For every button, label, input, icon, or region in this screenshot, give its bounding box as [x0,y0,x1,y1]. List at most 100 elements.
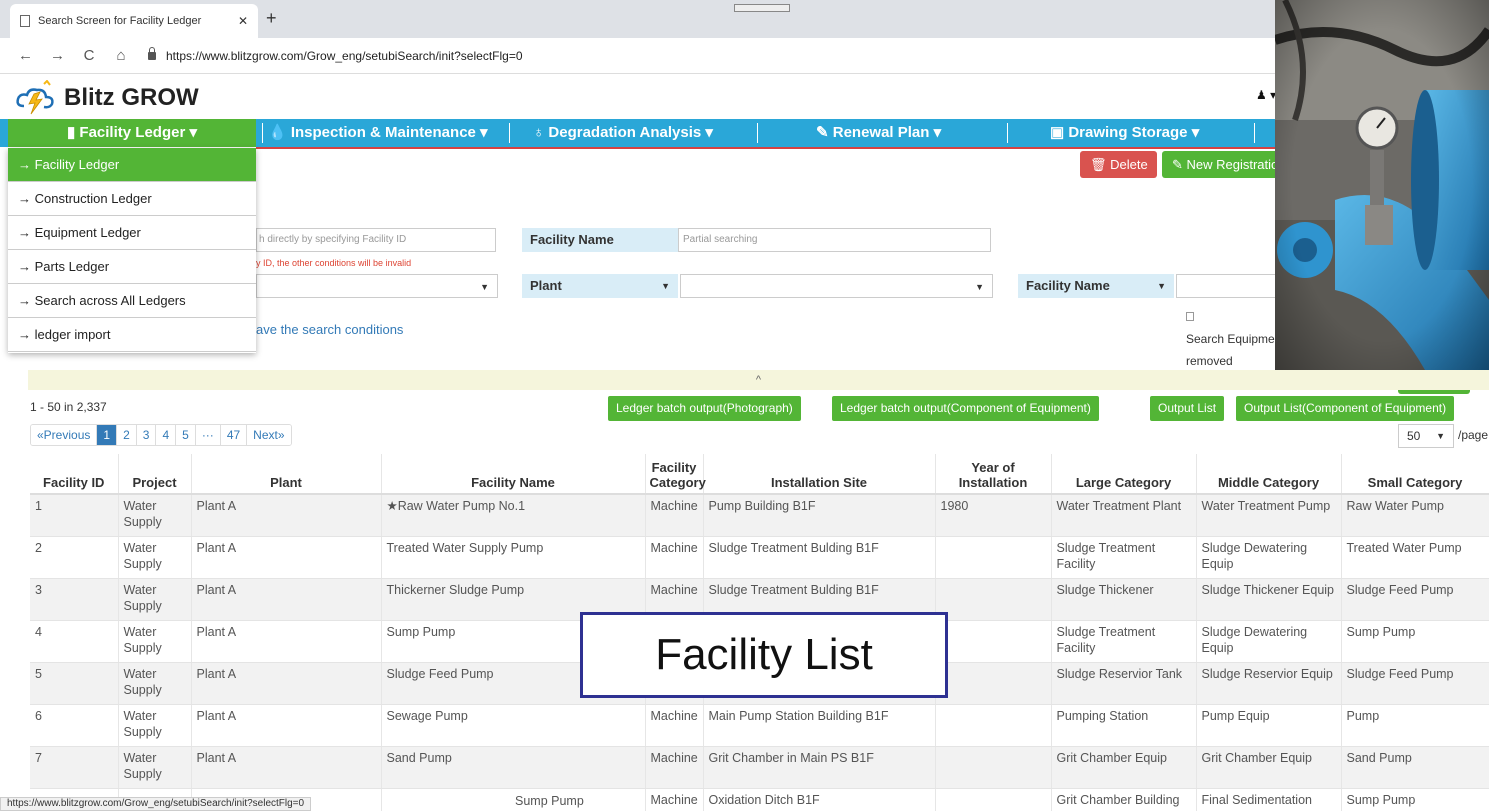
cell-installation-site: Main Pump Station Building B1F [703,704,936,747]
page-5[interactable]: 5 [176,425,196,445]
cell-middle-category: Sludge Reservior Equip [1196,662,1342,705]
tab-close-icon[interactable]: ✕ [238,14,248,28]
ledger-output-photo-button[interactable]: Ledger batch output(Photograph) [608,396,801,421]
project-select[interactable]: ▼ [256,274,498,298]
table-row[interactable]: 6 Water Supply Plant A Sewage Pump Machine Ma… [30,704,1489,747]
nav-drawing-storage[interactable]: ▣ Drawing Storage ▾ [1050,119,1199,147]
dropdown-item-ledger-import[interactable]: → ledger import [8,318,256,352]
cell-project: Water Supply [118,620,192,663]
delete-button[interactable]: 🗑 Delete [1080,151,1157,178]
url-field[interactable]: https://www.blitzgrow.com/Grow_eng/setub… [148,46,523,63]
page-2[interactable]: 2 [117,425,137,445]
dropdown-item-construction-ledger[interactable]: → Construction Ledger [8,182,256,216]
dropdown-item-parts-ledger[interactable]: → Parts Ledger [8,250,256,284]
search-removed-checkbox[interactable]: Search Equipme removed [1186,306,1275,372]
page-1[interactable]: 1 [97,425,118,445]
cell-large-category: Grit Chamber Equip [1051,746,1197,789]
facility-id-input[interactable]: h directly by specifying Facility ID [256,228,496,252]
dropdown-item-facility-ledger[interactable]: → Facility Ledger [8,148,256,182]
checkbox-icon[interactable] [1186,312,1194,321]
facility-name-select[interactable] [1176,274,1276,298]
cell-facility-id: 3 [30,578,119,621]
cell-year-of-installation [935,578,1052,621]
browser-tab[interactable]: Search Screen for Facility Ledger ✕ [10,4,258,38]
cell-facility-name [381,788,646,811]
cell-large-category: Sludge Treatment Facility [1051,620,1197,663]
cell-middle-category: Pump Equip [1196,704,1342,747]
cell-year-of-installation [935,746,1052,789]
cell-small-category: Sludge Feed Pump [1341,662,1489,705]
cell-large-category: Water Treatment Plant [1051,494,1197,537]
table-row[interactable]: 1 Water Supply Plant A ★Raw Water Pump No.1… [30,494,1489,537]
chevron-down-icon: ▼ [1157,281,1166,291]
header-year-of-installation[interactable]: Year of Installation [935,454,1052,495]
nav-inspection-maintenance[interactable]: 💧 Inspection & Maintenance ▾ [268,119,488,147]
header-facility-category[interactable]: Facility Category [645,454,706,495]
plant-select[interactable]: ▼ [680,274,993,298]
cell-facility-id: 1 [30,494,119,537]
header-project[interactable]: Project [118,454,192,495]
page-47[interactable]: 47 [220,425,248,445]
header-large-category[interactable]: Large Category [1051,454,1197,495]
user-menu-icon[interactable]: ♟ ▾ [1256,88,1276,102]
nav-separator [509,123,510,143]
table-row[interactable]: 7 Water Supply Plant A Sand Pump Machine Grit… [30,746,1489,789]
home-button[interactable]: ⌂ [114,47,128,64]
cell-project: Water Supply [118,704,192,747]
new-tab-button[interactable]: + [266,8,277,29]
new-registration-button[interactable]: ✎ New Registration [1162,151,1288,178]
cell-small-category: Sump Pump [1341,620,1489,663]
facility-list-caption: Facility List [580,612,948,698]
tab-title: Search Screen for Facility Ledger [38,15,202,27]
output-list-button[interactable]: Output List [1150,396,1225,421]
page-next[interactable]: Next» [247,425,291,445]
back-button[interactable]: ← [18,47,33,64]
forward-button[interactable]: → [50,47,65,64]
plant-select-label[interactable]: Plant ▼ [522,274,678,298]
cell-project: Water Supply [118,746,192,789]
cell-year-of-installation [935,704,1052,747]
chevron-down-icon: ▼ [1436,431,1445,441]
dropdown-item-equipment-ledger[interactable]: → Equipment Ledger [8,216,256,250]
app-logo[interactable]: Blitz GROW [14,80,199,116]
cell-small-category: Pump [1341,704,1489,747]
ledger-output-component-button[interactable]: Ledger batch output(Component of Equipme… [832,396,1099,421]
nav-renewal-plan[interactable]: ✎ Renewal Plan ▾ [816,119,941,147]
header-facility-id[interactable]: Facility ID [30,454,119,495]
cell-plant: Plant A [191,746,382,789]
reload-button[interactable]: C [82,47,96,64]
page-ellipsis: ··· [195,425,221,445]
cell-facility-category: Machine [645,788,704,811]
page-previous[interactable]: «Previous [31,425,98,445]
cell-facility-name: Treated Water Supply Pump [381,536,646,579]
dropdown-item-search-all-ledgers[interactable]: → Search across All Ledgers [8,284,256,318]
chevron-up-icon: ^ [755,374,762,386]
result-count: 1 - 50 in 2,337 [30,400,107,414]
page-4[interactable]: 4 [156,425,177,445]
header-small-category[interactable]: Small Category [1341,454,1489,495]
removed-label-1: Search Equipme [1186,332,1275,346]
cell-facility-id: 4 [30,620,119,663]
table-row[interactable]: 2 Water Supply Plant A Treated Water Supply… [30,536,1489,579]
cell-middle-category: Water Treatment Pump [1196,494,1342,537]
header-facility-name[interactable]: Facility Name [381,454,646,495]
header-middle-category[interactable]: Middle Category [1196,454,1342,495]
per-page-select[interactable]: 50 ▼ [1398,424,1454,448]
facility-name-input[interactable]: Partial searching [678,228,991,252]
window-handle[interactable] [734,4,790,12]
save-search-conditions-link[interactable]: ave the search conditions [256,322,403,337]
cell-plant: Plant A [191,620,382,663]
header-plant[interactable]: Plant [191,454,382,495]
cell-large-category: Pumping Station [1051,704,1197,747]
nav-separator [757,123,758,143]
facility-name-select-label[interactable]: Facility Name ▼ [1018,274,1174,298]
cell-large-category: Sludge Treatment Facility [1051,536,1197,579]
nav-separator [262,123,263,143]
output-list-component-button[interactable]: Output List(Component of Equipment) [1236,396,1455,421]
cell-large-category: Grit Chamber Building [1051,788,1197,811]
collapse-toggle[interactable]: ^ [28,370,1489,390]
nav-degradation-analysis[interactable]: ♁ Degradation Analysis ▾ [533,119,713,147]
header-installation-site[interactable]: Installation Site [703,454,936,495]
page-3[interactable]: 3 [136,425,157,445]
nav-facility-ledger[interactable]: ▮ Facility Ledger ▾ [8,119,256,147]
